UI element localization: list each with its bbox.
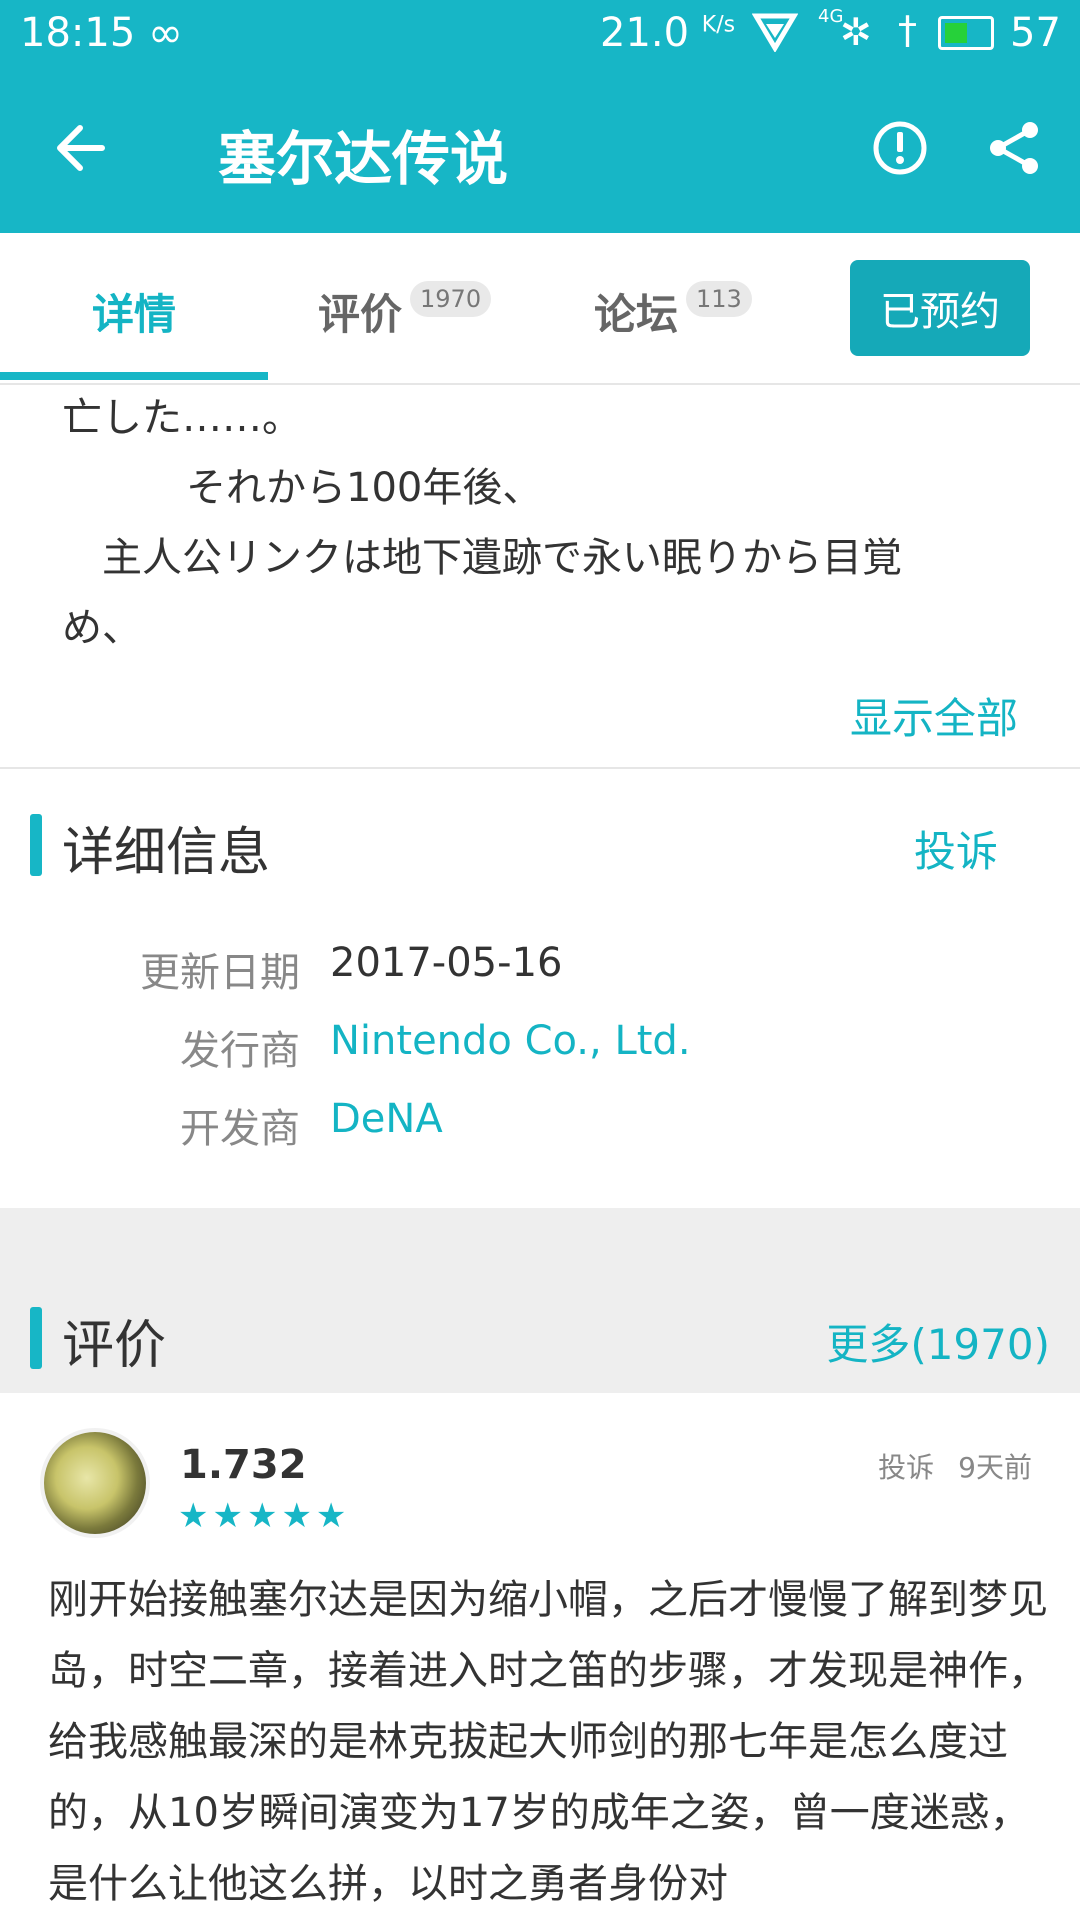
tab-count-badge: 113 [686,281,752,317]
info-row-publisher: 发行商 Nintendo Co., Ltd. [0,1018,1080,1078]
review-time: 9天前 [958,1451,1032,1484]
description-line: それから100年後、 [186,465,543,511]
info-key: 发行商 [180,1028,300,1074]
review-meta: 投诉 9天前 [854,1446,1032,1486]
details-header: 详细信息 投诉 [0,770,1080,920]
show-all-link[interactable]: 显示全部 [850,685,1018,746]
status-time: 18:15 [20,10,136,56]
details-title: 详细信息 [62,823,271,883]
info-row-update-date: 更新日期 2017-05-16 [0,940,1080,1000]
infinity-icon: ∞ [148,8,183,57]
tab-reviews[interactable]: 评价 1970 [318,281,492,342]
network-speed: 21.0 K/s [600,10,736,56]
section-accent-bar [30,814,42,876]
info-row-developer: 开发商 DeNA [0,1096,1080,1156]
review-report-link[interactable]: 投诉 [878,1451,934,1484]
reviews-title: 评价 [62,1316,167,1376]
reserved-button[interactable]: 已预约 [850,260,1030,356]
page-title: 塞尔达传说 [218,125,509,193]
more-reviews-link[interactable]: 更多(1970) [826,1311,1050,1372]
avatar[interactable] [44,1432,146,1534]
top-bar: 18:15 ∞ 21.0 K/s 4G ✲ † 57 塞尔达传说 [0,0,1080,233]
description-line: め、 [62,605,142,651]
battery-level: 57 [1010,10,1061,56]
tab-bar: 详情 评价 1970 论坛 113 已预约 [0,233,1080,385]
active-tab-indicator [0,372,268,380]
star-rating: ★★★★★ [178,1496,351,1536]
reviews-header: 评价 更多(1970) [0,1263,1080,1383]
signal-bars-icon: † [898,8,917,52]
reviewer-name[interactable]: 1.732 [180,1442,307,1488]
description-line: 主人公リンクは地下遺跡で永い眠りから目覚 [102,535,902,581]
signal-star-icon: ✲ [840,10,872,54]
publisher-link[interactable]: Nintendo Co., Ltd. [330,1018,691,1064]
reviews-header-band: 评价 更多(1970) [0,1208,1080,1393]
tab-details[interactable]: 详情 [92,281,176,342]
section-accent-bar [30,1307,42,1369]
alert-circle-icon[interactable] [870,118,930,178]
game-description: 亡した……。 それから100年後、 主人公リンクは地下遺跡で永い眠りから目覚 め… [0,385,1080,769]
review-text[interactable]: 刚开始接触塞尔达是因为缩小帽，之后才慢慢了解到梦见岛，时空二章，接着进入时之笛的… [48,1565,1048,1920]
info-key: 更新日期 [140,950,300,996]
info-value: 2017-05-16 [330,940,563,986]
vpn-icon [752,13,798,52]
info-key: 开发商 [180,1106,300,1152]
arrow-left-icon[interactable] [52,118,112,178]
status-bar: 18:15 ∞ 21.0 K/s 4G ✲ † 57 [0,0,1080,66]
developer-link[interactable]: DeNA [330,1096,443,1142]
battery-icon [938,16,994,50]
tab-count-badge: 1970 [410,281,492,317]
tab-forum[interactable]: 论坛 113 [594,281,752,342]
report-link[interactable]: 投诉 [914,818,998,879]
share-icon[interactable] [984,118,1044,178]
description-line: 亡した……。 [62,395,302,441]
